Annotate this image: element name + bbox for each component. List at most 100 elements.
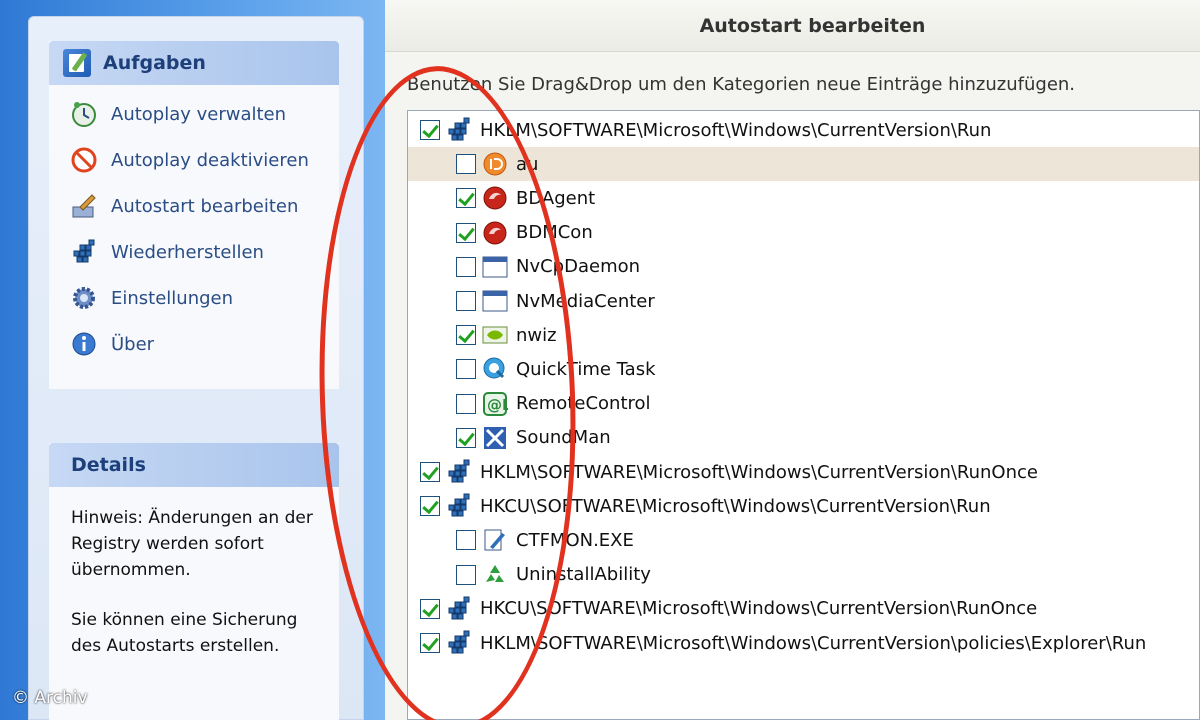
tree-category-row[interactable]: HKCU\SOFTWARE\Microsoft\Windows\CurrentV… <box>408 489 1199 523</box>
tasks-notepad-icon <box>63 49 91 77</box>
tree-entry-row[interactable]: BDAgent <box>408 181 1199 215</box>
info-icon <box>69 329 99 359</box>
entry-checkbox[interactable] <box>456 359 476 380</box>
entry-checkbox[interactable] <box>456 530 476 551</box>
tree-row-label: HKCU\SOFTWARE\Microsoft\Windows\CurrentV… <box>480 495 991 517</box>
entry-checkbox[interactable] <box>456 393 476 414</box>
tree-entry-row[interactable]: @L RemoteControl <box>408 387 1199 421</box>
tree-row-label: QuickTime Task <box>516 358 656 380</box>
task-item-label: Einstellungen <box>111 287 234 309</box>
entry-checkbox[interactable] <box>420 496 440 517</box>
entry-checkbox[interactable] <box>456 325 476 346</box>
tree-row-label: CTFMON.EXE <box>516 529 634 551</box>
remote-icon: @L <box>480 389 510 419</box>
tasks-header: Aufgaben <box>49 41 339 85</box>
registry-icon <box>444 594 474 624</box>
bitdefender-icon <box>480 183 510 213</box>
task-item-über[interactable]: Über <box>69 321 339 367</box>
details-header: Details <box>49 443 339 487</box>
nvidia-icon <box>480 320 510 350</box>
tree-row-label: BDAgent <box>516 187 596 209</box>
details-panel: Details Hinweis: Änderungen an der Regis… <box>49 443 339 720</box>
soundman-icon <box>480 423 510 453</box>
tree-category-row[interactable]: HKLM\SOFTWARE\Microsoft\Windows\CurrentV… <box>408 626 1199 660</box>
window-icon <box>480 252 510 282</box>
entry-checkbox[interactable] <box>456 564 476 585</box>
gear-icon <box>69 283 99 313</box>
task-item-einstellungen[interactable]: Einstellungen <box>69 275 339 321</box>
tree-row-label: au <box>516 153 539 175</box>
entry-checkbox[interactable] <box>420 633 440 653</box>
entry-checkbox[interactable] <box>420 120 440 140</box>
task-list: Autoplay verwalten Autoplay deaktivieren A… <box>49 85 339 367</box>
tree-row-label: RemoteControl <box>516 393 651 415</box>
entry-checkbox[interactable] <box>420 598 440 619</box>
tree-entry-row[interactable]: UninstallAbility <box>408 558 1199 592</box>
window-icon <box>480 286 510 316</box>
task-item-label: Autoplay verwalten <box>111 103 287 125</box>
pen-doc-icon <box>480 525 510 555</box>
main-pane: Autostart bearbeiten Benutzen Sie Drag&D… <box>385 0 1200 720</box>
registry-icon <box>69 237 99 267</box>
tree-entry-row[interactable]: BDMCon <box>408 216 1199 250</box>
tree-row-label: HKCU\SOFTWARE\Microsoft\Windows\CurrentV… <box>480 598 1038 620</box>
copyright-watermark: © Archiv <box>12 688 88 708</box>
tree-row-label: NvMediaCenter <box>516 290 655 312</box>
tree-row-label: BDMCon <box>516 222 593 244</box>
quicktime-icon <box>480 354 510 384</box>
details-title: Details <box>71 454 146 476</box>
edit-brush-icon <box>69 191 99 221</box>
task-item-label: Autostart bearbeiten <box>111 195 299 217</box>
entry-checkbox[interactable] <box>420 462 440 482</box>
task-item-autoplay-deaktivieren[interactable]: Autoplay deaktivieren <box>69 137 339 183</box>
page-title-text: Autostart bearbeiten <box>699 14 926 37</box>
details-backup-note: Sie können eine Sicherung des Autostarts… <box>71 610 298 656</box>
registry-icon <box>444 457 474 487</box>
tree-entry-row[interactable]: NvMediaCenter <box>408 284 1199 318</box>
tree-entry-row[interactable]: nwiz <box>408 318 1199 352</box>
tree-entry-row[interactable]: NvCpDaemon <box>408 250 1199 284</box>
task-pane-card: Aufgaben Autoplay verwalten Autoplay deak… <box>28 16 364 720</box>
autostart-tree[interactable]: HKLM\SOFTWARE\Microsoft\Windows\CurrentV… <box>407 110 1200 720</box>
tasks-panel: Aufgaben Autoplay verwalten Autoplay deak… <box>49 41 339 389</box>
tree-entry-row[interactable]: CTFMON.EXE <box>408 523 1199 557</box>
task-pane: Aufgaben Autoplay verwalten Autoplay deak… <box>0 0 385 720</box>
task-item-autoplay-verwalten[interactable]: Autoplay verwalten <box>69 91 339 137</box>
task-item-label: Wiederherstellen <box>111 241 264 263</box>
entry-checkbox[interactable] <box>456 222 476 243</box>
tree-row-label: NvCpDaemon <box>516 256 641 278</box>
no-entry-icon <box>69 145 99 175</box>
tree-row-label: UninstallAbility <box>516 564 651 586</box>
task-item-autostart-bearbeiten[interactable]: Autostart bearbeiten <box>69 183 339 229</box>
svg-text:@L: @L <box>487 396 508 414</box>
entry-checkbox[interactable] <box>456 427 476 448</box>
tree-row-label: HKLM\SOFTWARE\Microsoft\Windows\CurrentV… <box>480 119 992 141</box>
tree-category-row[interactable]: HKLM\SOFTWARE\Microsoft\Windows\CurrentV… <box>408 455 1199 489</box>
tree-entry-row[interactable]: au <box>408 147 1199 182</box>
entry-checkbox[interactable] <box>456 291 476 311</box>
task-item-wiederherstellen[interactable]: Wiederherstellen <box>69 229 339 275</box>
tree-entry-row[interactable]: SoundMan <box>408 421 1199 455</box>
tree-row-label: HKLM\SOFTWARE\Microsoft\Windows\CurrentV… <box>480 632 1147 654</box>
bitdefender-icon <box>480 218 510 248</box>
tree-entry-row[interactable]: QuickTime Task <box>408 352 1199 386</box>
registry-icon <box>444 491 474 521</box>
details-body: Hinweis: Änderungen an der Registry werd… <box>49 487 339 659</box>
entry-checkbox[interactable] <box>456 256 476 277</box>
entry-checkbox[interactable] <box>456 154 476 175</box>
tree-row-label: HKLM\SOFTWARE\Microsoft\Windows\CurrentV… <box>480 461 1038 483</box>
recycle-icon <box>480 560 510 590</box>
orange-power-icon <box>480 149 510 179</box>
page-title: Autostart bearbeiten <box>385 0 1200 52</box>
instruction-text: Benutzen Sie Drag&Drop um den Kategorien… <box>407 74 1076 95</box>
tasks-title: Aufgaben <box>103 52 206 74</box>
tree-row-label: SoundMan <box>516 427 611 449</box>
entry-checkbox[interactable] <box>456 188 476 209</box>
task-item-label: Über <box>111 333 155 355</box>
tree-row-label: nwiz <box>516 324 557 346</box>
tree-category-row[interactable]: HKCU\SOFTWARE\Microsoft\Windows\CurrentV… <box>408 592 1199 626</box>
details-note: Hinweis: Änderungen an der Registry werd… <box>71 508 313 580</box>
tree-category-row[interactable]: HKLM\SOFTWARE\Microsoft\Windows\CurrentV… <box>408 113 1199 147</box>
registry-icon <box>444 628 474 658</box>
task-item-label: Autoplay deaktivieren <box>111 149 309 171</box>
